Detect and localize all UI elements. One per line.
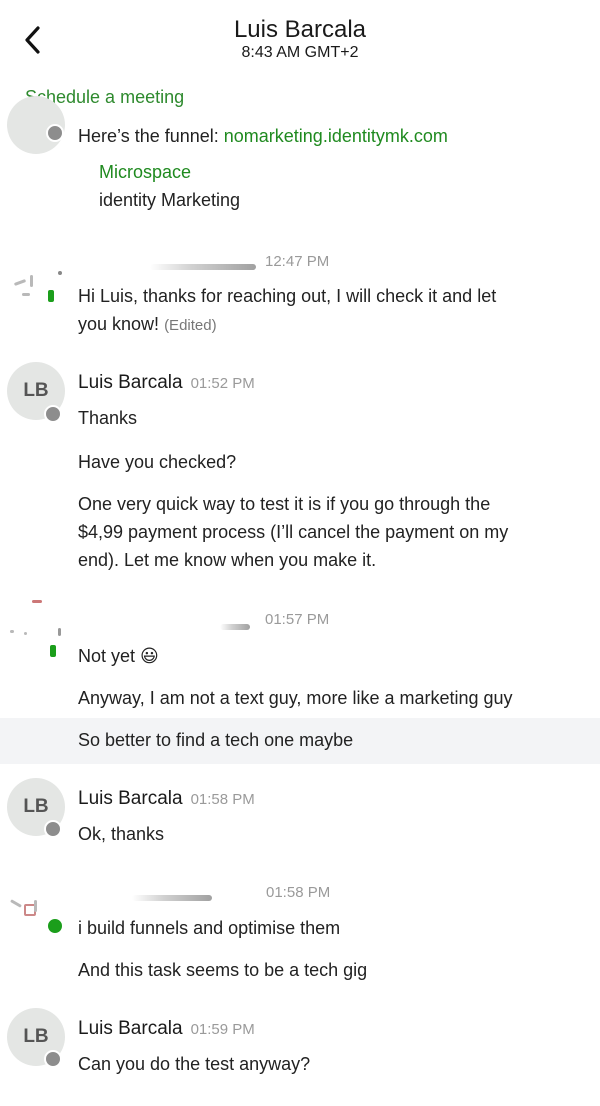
message-text: Not yet 😃 bbox=[78, 646, 159, 667]
message-text: Hi Luis, thanks for reaching out, I will… bbox=[78, 286, 497, 306]
sender-name-redacted bbox=[220, 624, 250, 630]
message-header: Luis Barcala 01:52 PM bbox=[78, 372, 255, 394]
sender-name[interactable]: Luis Barcala bbox=[78, 1018, 183, 1039]
message-text: end). Let me know when you make it. bbox=[78, 550, 377, 570]
message-time: 12:47 PM bbox=[265, 253, 330, 270]
link-preview-subtitle: identity Marketing bbox=[99, 190, 241, 210]
message-time: 01:58 PM bbox=[190, 791, 255, 808]
presence-dot bbox=[48, 290, 54, 302]
sender-name[interactable]: Luis Barcala bbox=[78, 788, 183, 809]
message-time: 01:52 PM bbox=[190, 375, 255, 392]
chat-header: Luis Barcala 8:43 AM GMT+2 bbox=[0, 0, 600, 80]
message-time: 01:57 PM bbox=[265, 611, 330, 628]
message-prefix: Here’s the funnel: bbox=[78, 126, 224, 146]
message-header: Luis Barcala 01:58 PM bbox=[78, 788, 255, 810]
funnel-link[interactable]: nomarketing.identitymk.com bbox=[224, 126, 448, 146]
sender-name-redacted bbox=[132, 895, 212, 901]
sender-name[interactable]: Luis Barcala bbox=[78, 372, 183, 393]
message-text: One very quick way to test it is if you … bbox=[78, 494, 491, 514]
presence-dot bbox=[44, 405, 62, 423]
message-text: you know! (Edited) bbox=[78, 314, 217, 335]
message-text: $4,99 payment process (I’ll cancel the p… bbox=[78, 522, 509, 542]
message-text: Thanks bbox=[78, 408, 138, 428]
message-header: Luis Barcala 01:59 PM bbox=[78, 1018, 255, 1040]
contact-local-time: 8:43 AM GMT+2 bbox=[241, 44, 359, 61]
message-text: Anyway, I am not a text guy, more like a… bbox=[78, 688, 513, 708]
message-text: Here’s the funnel: nomarketing.identitym… bbox=[78, 126, 448, 147]
message-text: So better to find a tech one maybe bbox=[78, 730, 354, 750]
message-text: Ok, thanks bbox=[78, 824, 165, 844]
presence-dot bbox=[46, 124, 64, 142]
presence-dot bbox=[46, 917, 64, 935]
presence-dot bbox=[50, 645, 56, 657]
contact-name[interactable]: Luis Barcala bbox=[0, 16, 600, 44]
message-time: 01:59 PM bbox=[190, 1021, 255, 1038]
message-text: Have you checked? bbox=[78, 452, 237, 472]
sender-name-redacted bbox=[150, 264, 256, 270]
smiley-emoji-icon: 😃 bbox=[140, 646, 159, 667]
avatar bbox=[4, 265, 66, 325]
message-text-line: Not yet bbox=[78, 646, 136, 666]
presence-dot bbox=[44, 820, 62, 838]
message-text: i build funnels and optimise them bbox=[78, 918, 341, 938]
avatar bbox=[4, 598, 66, 658]
link-preview-title[interactable]: Microspace bbox=[99, 162, 191, 183]
message-text-line: you know! bbox=[78, 314, 160, 334]
presence-dot bbox=[44, 1050, 62, 1068]
message-time: 01:58 PM bbox=[266, 884, 331, 901]
edited-label: (Edited) bbox=[164, 317, 217, 334]
message-text: And this task seems to be a tech gig bbox=[78, 960, 368, 980]
message-text: Can you do the test anyway? bbox=[78, 1054, 311, 1074]
